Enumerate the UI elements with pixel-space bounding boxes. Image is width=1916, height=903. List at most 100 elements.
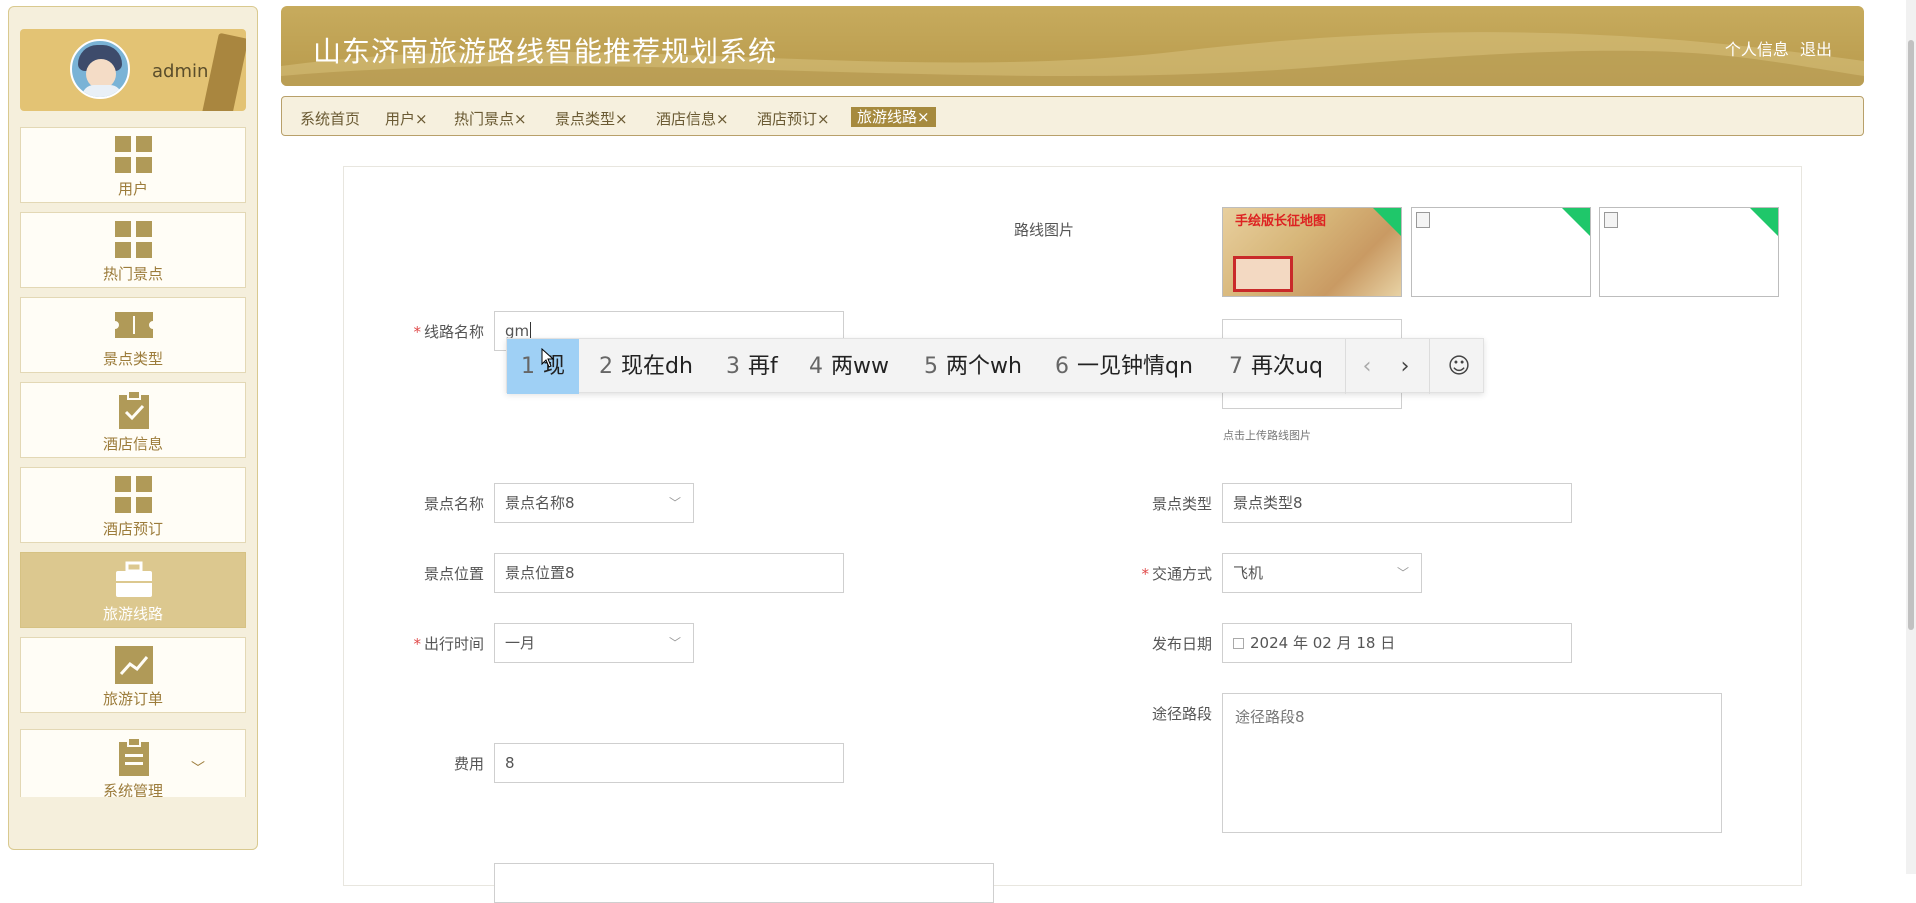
transport-label: * 交通方式: [1141, 565, 1212, 583]
sidebar-item-label: 景点类型: [102, 350, 163, 368]
tab-hotel-booking[interactable]: 酒店预订×: [757, 108, 830, 129]
chevron-right-icon[interactable]: ›: [1385, 339, 1425, 394]
sidebar-item-hotel-info[interactable]: 酒店信息: [20, 382, 246, 458]
tab-popular-spots[interactable]: 热门景点×: [454, 108, 527, 129]
tab-spot-types[interactable]: 景点类型×: [555, 108, 628, 129]
spot-type-label: 景点类型: [1151, 495, 1212, 513]
tab-hotel-info[interactable]: 酒店信息×: [656, 108, 729, 129]
route-image-thumb[interactable]: [1411, 207, 1591, 297]
avatar[interactable]: [70, 39, 130, 99]
chevron-left-icon[interactable]: ‹: [1347, 339, 1387, 394]
ime-candidate[interactable]: 4 两ww: [809, 339, 889, 394]
travel-time-label: * 出行时间: [413, 635, 484, 653]
transport-select[interactable]: 飞机 ﹀: [1222, 553, 1422, 593]
upload-hint: 点击上传路线图片: [1223, 429, 1311, 442]
tab-bar: 系统首页 用户× 热门景点× 景点类型× 酒店信息× 酒店预订× 旅游线路×: [281, 96, 1864, 136]
publish-date-input[interactable]: 2024 年 02 月 18 日: [1222, 623, 1572, 663]
selected-corner-icon: [1562, 208, 1590, 236]
clipboard-check-icon: [119, 391, 149, 429]
selected-corner-icon: [1750, 208, 1778, 236]
user-name: admin: [152, 61, 209, 82]
next-field-input[interactable]: [494, 863, 994, 903]
close-icon[interactable]: ×: [917, 108, 930, 126]
route-form: 路线图片 手绘版长征地图 点击上传路线图片 * 线路名称 gm 景点名称 景点名称…: [343, 166, 1802, 903]
cost-label: 费用: [453, 755, 484, 773]
route-image-label: 路线图片: [1013, 221, 1074, 239]
ime-candidate[interactable]: 7 再次uq: [1229, 339, 1323, 394]
app-title: 山东济南旅游路线智能推荐规划系统: [313, 35, 778, 68]
logout-link[interactable]: 退出: [1800, 40, 1832, 59]
sidebar-item-users[interactable]: 用户: [20, 127, 246, 203]
tab-label: 旅游线路: [857, 108, 918, 126]
route-image-thumb[interactable]: 手绘版长征地图: [1222, 207, 1402, 297]
grid-icon: [115, 136, 152, 173]
cost-input[interactable]: 8: [494, 743, 844, 783]
close-icon[interactable]: ×: [415, 110, 428, 128]
briefcase-icon: [116, 561, 152, 597]
map-inset: [1233, 256, 1293, 292]
sidebar-item-travel-orders[interactable]: 旅游订单: [20, 637, 246, 713]
sidebar-item-label: 旅游线路: [102, 605, 163, 623]
tab-label: 景点类型: [555, 110, 616, 128]
tab-users[interactable]: 用户×: [385, 108, 428, 129]
ime-candidate[interactable]: 3 再f: [726, 339, 778, 394]
broken-image-icon: [1416, 212, 1430, 228]
sidebar-item-label: 酒店信息: [102, 435, 163, 453]
page-scrollbar[interactable]: [1906, 0, 1916, 874]
ime-candidate-bar: 1现 2 现在dh 3 再f 4 两ww 5 两个wh 6 一见钟情qn 7 再次uq ‹ …: [506, 338, 1484, 394]
grid-icon: [115, 476, 152, 513]
calendar-icon: [1233, 638, 1244, 649]
broken-image-icon: [1604, 212, 1618, 228]
grid-icon: [115, 221, 152, 258]
selected-corner-icon: [1373, 208, 1401, 236]
sidebar-item-label: 酒店预订: [102, 520, 163, 538]
clipboard-list-icon: [119, 738, 149, 776]
chevron-down-icon: ﹀: [668, 636, 681, 650]
chevron-down-icon: ﹀: [1396, 566, 1409, 580]
close-icon[interactable]: ×: [716, 110, 729, 128]
close-icon[interactable]: ×: [817, 110, 830, 128]
publish-date-label: 发布日期: [1151, 635, 1212, 653]
travel-time-select[interactable]: 一月 ﹀: [494, 623, 694, 663]
route-path-label: 途径路段: [1151, 705, 1212, 723]
chevron-down-icon[interactable]: ﹀: [191, 758, 205, 778]
cursor-icon: [541, 348, 555, 368]
sidebar-item-hotel-booking[interactable]: 酒店预订: [20, 467, 246, 543]
ime-candidate[interactable]: 5 两个wh: [924, 339, 1022, 394]
tab-label: 酒店预订: [757, 110, 818, 128]
tab-label: 用户: [385, 110, 416, 128]
user-card: admin: [20, 29, 246, 111]
ime-candidate[interactable]: 2 现在dh: [599, 339, 693, 394]
ime-candidate[interactable]: 6 一见钟情qn: [1055, 339, 1193, 394]
sidebar-item-spot-types[interactable]: 景点类型: [20, 297, 246, 373]
tab-travel-routes[interactable]: 旅游线路×: [851, 107, 936, 127]
route-path-textarea[interactable]: 途径路段8: [1222, 693, 1722, 833]
spot-name-select[interactable]: 景点名称8 ﹀: [494, 483, 694, 523]
route-name-label: * 线路名称: [413, 323, 484, 341]
tab-label: 酒店信息: [656, 110, 717, 128]
tab-label: 热门景点: [454, 110, 515, 128]
scrollbar-thumb[interactable]: [1908, 40, 1914, 630]
close-icon[interactable]: ×: [514, 110, 527, 128]
emoji-icon[interactable]: ☺: [1439, 339, 1479, 394]
map-title: 手绘版长征地图: [1235, 214, 1327, 229]
spot-location-label: 景点位置: [423, 565, 484, 583]
tab-home[interactable]: 系统首页: [300, 108, 360, 129]
sidebar-item-travel-routes[interactable]: 旅游线路: [20, 552, 246, 628]
sidebar-item-popular-spots[interactable]: 热门景点: [20, 212, 246, 288]
chevron-down-icon: ﹀: [668, 496, 681, 510]
header: 山东济南旅游路线智能推荐规划系统 个人信息 退出: [281, 6, 1864, 86]
route-image-thumb[interactable]: [1599, 207, 1779, 297]
close-icon[interactable]: ×: [615, 110, 628, 128]
profile-link[interactable]: 个人信息: [1725, 40, 1789, 59]
sidebar: admin 用户 热门景点 景点类型 酒店信息 酒店预订 旅游线路 旅游订单 系…: [8, 6, 258, 850]
spot-location-input[interactable]: 景点位置8: [494, 553, 844, 593]
sidebar-item-system-management[interactable]: 系统管理 ﹀: [20, 729, 246, 797]
header-links: 个人信息 退出: [1719, 36, 1832, 60]
sidebar-item-label: 旅游订单: [102, 690, 163, 708]
sidebar-item-label: 热门景点: [102, 265, 163, 283]
sidebar-clip: 系统管理 ﹀: [20, 729, 246, 797]
sidebar-item-label: 用户: [117, 180, 148, 198]
spot-type-input[interactable]: 景点类型8: [1222, 483, 1572, 523]
sidebar-item-label: 系统管理: [102, 782, 163, 797]
